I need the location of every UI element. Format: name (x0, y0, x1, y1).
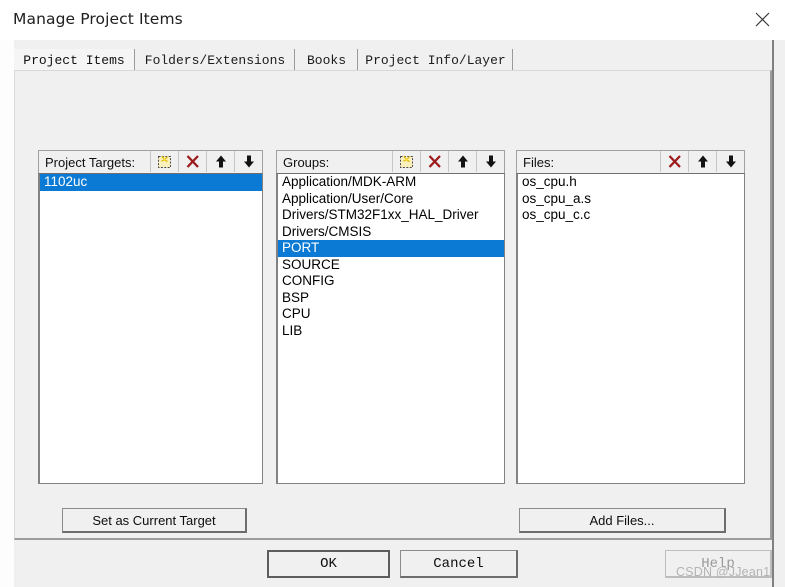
list-item[interactable]: BSP (278, 290, 504, 307)
project-targets-column: Project Targets: 1102uc (38, 150, 263, 484)
new-item-icon (157, 154, 173, 169)
tab-strip: Project Items Folders/Extensions Books P… (14, 49, 772, 71)
right-border-rule (772, 40, 774, 587)
title-bar: Manage Project Items (0, 0, 785, 41)
tab-label: Books (306, 52, 346, 68)
delete-button[interactable] (420, 151, 448, 172)
move-up-icon (214, 154, 228, 169)
button-label: Add Files... (589, 512, 655, 528)
tab-label: Project Items (23, 52, 125, 68)
close-icon (755, 12, 770, 27)
project-targets-listbox[interactable]: 1102uc (38, 173, 263, 484)
list-item[interactable]: PORT (278, 240, 504, 257)
list-item[interactable]: Application/User/Core (278, 191, 504, 208)
add-files-button[interactable]: Add Files... (519, 508, 726, 533)
move-up-icon (456, 154, 470, 169)
set-as-current-target-button[interactable]: Set as Current Target (62, 508, 247, 533)
move-down-icon (242, 154, 256, 169)
button-label: OK (320, 556, 337, 572)
files-column: Files: os_cpu.h os_cpu_a.s os_cpu_c.c (516, 150, 745, 484)
list-item[interactable]: SOURCE (278, 257, 504, 274)
move-up-button[interactable] (688, 151, 716, 172)
list-item[interactable]: Drivers/STM32F1xx_HAL_Driver (278, 207, 504, 224)
ok-button[interactable]: OK (267, 550, 390, 578)
groups-column: Groups: Application/MDK-ARM Application/… (276, 150, 505, 484)
move-down-button[interactable] (716, 151, 744, 172)
window-title: Manage Project Items (13, 10, 183, 28)
files-listbox[interactable]: os_cpu.h os_cpu_a.s os_cpu_c.c (516, 173, 745, 484)
groups-header: Groups: (276, 150, 505, 173)
button-label: Help (701, 555, 735, 572)
new-item-icon (399, 154, 415, 169)
move-up-icon (696, 154, 710, 169)
groups-listbox[interactable]: Application/MDK-ARM Application/User/Cor… (276, 173, 505, 484)
left-edge-strip (0, 40, 14, 587)
files-toolbar (660, 151, 744, 172)
move-down-button[interactable] (234, 151, 262, 172)
list-item[interactable]: os_cpu.h (518, 174, 744, 191)
move-down-button[interactable] (476, 151, 504, 172)
tab-label: Folders/Extensions (144, 52, 286, 68)
list-item[interactable]: CONFIG (278, 273, 504, 290)
list-item[interactable]: os_cpu_c.c (518, 207, 744, 224)
move-up-button[interactable] (206, 151, 234, 172)
help-button[interactable]: Help (665, 550, 772, 578)
cancel-button[interactable]: Cancel (400, 550, 518, 578)
delete-icon (427, 154, 443, 169)
tab-content-panel: Project Targets: 1102uc Groups: Applicat… (14, 70, 772, 540)
delete-icon (667, 154, 683, 169)
tab-folders-extensions[interactable]: Folders/Extensions (136, 49, 295, 71)
project-targets-toolbar (150, 151, 262, 172)
tab-label: Project Info/Layer (365, 52, 506, 68)
groups-label: Groups: (283, 154, 330, 170)
move-down-icon (724, 154, 738, 169)
groups-toolbar (392, 151, 504, 172)
new-item-button[interactable] (150, 151, 178, 172)
list-item[interactable]: 1102uc (40, 174, 262, 191)
tab-books[interactable]: Books (296, 49, 358, 71)
button-label: Cancel (433, 555, 484, 572)
new-item-button[interactable] (392, 151, 420, 172)
project-targets-label: Project Targets: (45, 154, 136, 170)
delete-icon (185, 154, 201, 169)
tab-project-items[interactable]: Project Items (14, 49, 135, 71)
delete-button[interactable] (660, 151, 688, 172)
move-up-button[interactable] (448, 151, 476, 172)
delete-button[interactable] (178, 151, 206, 172)
button-label: Set as Current Target (92, 512, 216, 528)
files-label: Files: (523, 154, 555, 170)
project-targets-header: Project Targets: (38, 150, 263, 173)
close-button[interactable] (739, 0, 785, 39)
move-down-icon (484, 154, 498, 169)
dialog-body: Project Items Folders/Extensions Books P… (0, 40, 785, 587)
list-item[interactable]: CPU (278, 306, 504, 323)
list-item[interactable]: Drivers/CMSIS (278, 224, 504, 241)
list-item[interactable]: Application/MDK-ARM (278, 174, 504, 191)
files-header: Files: (516, 150, 745, 173)
list-item[interactable]: LIB (278, 323, 504, 340)
tab-project-info-layer[interactable]: Project Info/Layer (359, 49, 513, 71)
list-item[interactable]: os_cpu_a.s (518, 191, 744, 208)
